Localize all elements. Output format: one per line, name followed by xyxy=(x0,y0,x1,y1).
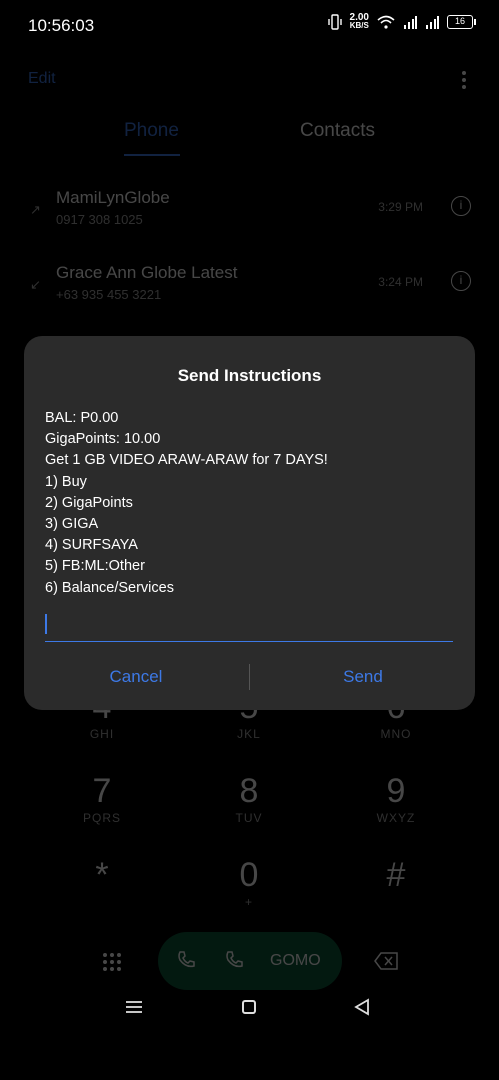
outgoing-call-icon: ↗ xyxy=(30,202,41,217)
call-log-name: MamiLynGlobe xyxy=(56,188,170,207)
key-letters: GHI xyxy=(89,727,115,741)
message-line: BAL: P0.00 xyxy=(45,410,119,426)
send-button[interactable]: Send xyxy=(251,658,475,698)
message-line: GigaPoints: 10.00 xyxy=(45,431,161,448)
phone-sim-icon xyxy=(226,951,243,968)
key-letters: MNO xyxy=(380,727,412,741)
key-digit: 0 xyxy=(239,856,259,894)
status-bar: 10:56:03 2.00 KB/S 16 xyxy=(0,0,499,50)
incoming-call-icon: ↙ xyxy=(30,277,41,292)
signal-icon xyxy=(404,16,417,29)
key-digit: * xyxy=(95,856,109,894)
back-icon[interactable] xyxy=(354,998,370,1016)
message-line: 2) GigaPoints xyxy=(45,494,133,511)
message-line: Get 1 GB VIDEO ARAW-ARAW for 7 DAYS! xyxy=(45,452,328,469)
reply-input[interactable] xyxy=(45,606,453,642)
network-speed-unit: KB/S xyxy=(349,21,369,30)
key-digit: 7 xyxy=(92,772,112,810)
info-icon[interactable]: i xyxy=(451,196,471,216)
wifi-icon xyxy=(377,15,395,29)
key-digit: 9 xyxy=(386,772,406,810)
key-letters: PQRS xyxy=(82,811,121,825)
message-line: 6) Balance/Services xyxy=(45,579,174,596)
dialog-buttons: Cancel Send xyxy=(24,658,475,698)
keypad-grid-icon[interactable] xyxy=(102,952,122,972)
key-7[interactable]: 7 PQRS xyxy=(52,772,152,825)
status-icons: 2.00 KB/S 16 xyxy=(327,13,476,30)
key-letters: WXYZ xyxy=(376,811,416,825)
recent-apps-icon[interactable] xyxy=(126,1000,142,1014)
call-log-time: 3:29 PM xyxy=(378,200,423,214)
tab-contacts[interactable]: Contacts xyxy=(300,120,375,142)
dial-action-bar: GOMO xyxy=(0,932,499,992)
key-star[interactable]: * xyxy=(52,856,152,895)
battery-icon: 16 xyxy=(447,15,476,29)
dialog-message: BAL: P0.00 GigaPoints: 10.00 Get 1 GB VI… xyxy=(45,408,455,599)
backspace-icon[interactable] xyxy=(374,952,398,970)
call-log-number: 0917 308 1025 xyxy=(56,212,143,227)
key-8[interactable]: 8 TUV xyxy=(199,772,299,825)
key-letters: + xyxy=(244,895,253,909)
call-log-row[interactable]: ↗ MamiLynGlobe 0917 308 1025 3:29 PM i xyxy=(0,188,499,248)
key-0[interactable]: 0 + xyxy=(199,856,299,909)
call-button[interactable]: GOMO xyxy=(158,932,342,990)
key-digit: 8 xyxy=(239,772,259,810)
message-line: 5) FB:ML:Other xyxy=(45,558,145,575)
key-letters: JKL xyxy=(237,727,261,741)
message-line: 3) GIGA xyxy=(45,516,99,533)
dialer-tabs: Phone Contacts xyxy=(0,120,499,160)
dialog-title: Send Instructions xyxy=(177,366,322,385)
info-icon[interactable]: i xyxy=(451,271,471,291)
key-digit: # xyxy=(386,856,406,894)
dialer-header: Edit xyxy=(28,70,471,94)
call-log-row[interactable]: ↙ Grace Ann Globe Latest +63 935 455 322… xyxy=(0,263,499,323)
vibrate-icon xyxy=(327,14,342,30)
home-icon[interactable] xyxy=(242,1000,256,1014)
phone-icon xyxy=(178,951,195,968)
message-line: 4) SURFSAYA xyxy=(45,537,138,554)
more-options-icon[interactable] xyxy=(461,70,467,90)
signal-icon-sim2 xyxy=(426,16,439,29)
button-divider xyxy=(249,664,250,690)
key-9[interactable]: 9 WXYZ xyxy=(346,772,446,825)
edit-button[interactable]: Edit xyxy=(28,70,56,87)
call-log-name: Grace Ann Globe Latest xyxy=(56,263,238,282)
sim-label: GOMO xyxy=(270,952,321,969)
text-caret xyxy=(45,614,47,634)
key-letters: TUV xyxy=(235,811,263,825)
message-line: 1) Buy xyxy=(45,473,87,490)
status-time: 10:56:03 xyxy=(28,16,95,35)
navigation-bar xyxy=(0,990,499,1030)
call-log-time: 3:24 PM xyxy=(378,275,423,289)
tab-indicator xyxy=(124,154,180,156)
tab-phone[interactable]: Phone xyxy=(124,120,179,142)
call-log-number: +63 935 455 3221 xyxy=(56,287,162,302)
key-hash[interactable]: # xyxy=(346,856,446,895)
send-instructions-dialog: Send Instructions BAL: P0.00 GigaPoints:… xyxy=(24,336,475,710)
cancel-button[interactable]: Cancel xyxy=(24,658,248,698)
network-speed: 2.00 KB/S xyxy=(349,13,369,30)
